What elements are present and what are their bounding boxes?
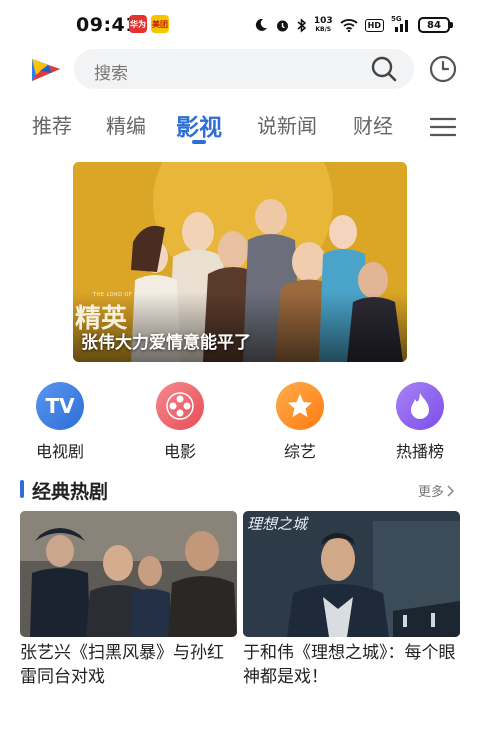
bluetooth-icon [297,17,307,33]
tab-featured[interactable]: 精编 [106,110,146,139]
status-icons: 103 KB/S HD 5G 84 [254,14,453,36]
alarm-icon [276,20,288,31]
search-bar[interactable]: 搜索 [74,49,414,89]
hd-badge: HD [364,18,384,32]
section-accent-bar [20,480,24,498]
thumbnail-title: 理想之城 [247,515,308,533]
section-title: 经典热剧 [32,481,109,503]
status-bar: 09:41 华为 美团 103 KB/S HD 5G 84 [0,0,480,48]
video-thumbnail [20,511,237,637]
category-label: 电影 [163,442,196,461]
tab-news[interactable]: 说新闻 [257,110,317,139]
network-speed: 103 KB/S [313,16,333,34]
history-clock-icon[interactable] [428,54,458,84]
video-card-title: 张艺兴《扫黑风暴》与孙红雷同台对戏 [20,643,224,687]
star-icon [276,382,324,430]
moon-icon [255,18,267,31]
app-logo-icon[interactable] [26,51,62,87]
more-label: 更多 [418,485,445,500]
wifi-icon [340,19,358,32]
tv-icon: TV [36,382,84,430]
tab-finance[interactable]: 财经 [353,110,393,139]
flame-icon [396,382,444,430]
tab-recommend[interactable]: 推荐 [32,110,72,139]
notification-app-icon: 华为 [129,15,147,33]
video-thumbnail: 理想之城 [243,511,460,637]
category-label: 综艺 [283,442,316,461]
channel-tabs: 推荐 精编 影视 说新闻 财经 [0,104,480,148]
banner-caption: 张伟大力爱情意能平了 [81,333,251,353]
signal-icon: 5G [391,15,411,33]
video-card-title: 于和伟《理想之城》：每个眼神都是戏！ [243,643,456,687]
video-card[interactable]: 张艺兴《扫黑风暴》与孙红雷同台对戏 [20,511,237,689]
video-card[interactable]: 理想之城 于和伟《理想之城》：每个眼神都是戏！ [243,511,460,689]
category-movie[interactable]: 电影 [140,382,220,462]
search-placeholder: 搜索 [94,64,128,84]
category-tv-series[interactable]: TV 电视剧 [20,382,100,462]
chevron-right-icon [447,484,455,497]
search-icon[interactable] [370,55,398,83]
hero-banner[interactable]: 精英 THE LORD OF ORDERS 张伟大力爱情意能平了 [73,162,407,362]
battery-indicator: 84 [418,17,453,33]
category-trending[interactable]: 热播榜 [380,382,460,462]
film-reel-icon [156,382,204,430]
meituan-app-icon: 美团 [151,15,169,33]
tab-video[interactable]: 影视 [176,108,222,142]
more-link[interactable]: 更多 [418,481,455,500]
category-label: 热播榜 [395,442,444,461]
category-variety[interactable]: 综艺 [260,382,340,462]
menu-icon[interactable] [430,116,456,138]
category-label: 电视剧 [35,442,84,461]
banner-poster-subtitle: THE LORD OF ORDERS [93,292,159,298]
active-tab-indicator [192,140,206,144]
